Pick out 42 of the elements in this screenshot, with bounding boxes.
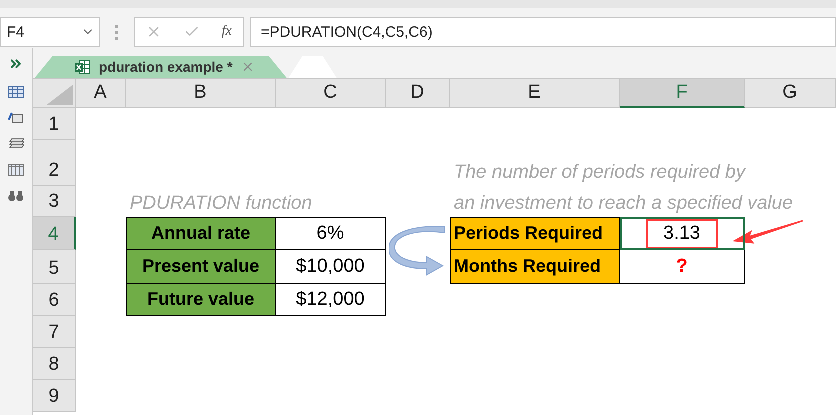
- column-header[interactable]: B: [126, 79, 276, 108]
- value-cell[interactable]: 3.13: [620, 217, 745, 250]
- column-header[interactable]: D: [386, 79, 450, 108]
- columns-icon[interactable]: [8, 164, 24, 176]
- row-header[interactable]: 1: [33, 108, 76, 140]
- row-header[interactable]: 3: [33, 186, 76, 217]
- row-header[interactable]: 9: [33, 380, 76, 412]
- function-icon[interactable]: [8, 112, 24, 124]
- column-header[interactable]: F: [620, 79, 745, 108]
- spreadsheet-icon: [75, 60, 91, 74]
- value-cell: 6%: [276, 217, 386, 250]
- value-cell: $12,000: [276, 284, 386, 316]
- caption-text: an investment to reach a specified value: [454, 193, 794, 215]
- row-header[interactable]: 2: [33, 140, 76, 186]
- sheet-tab[interactable]: pduration example *: [35, 56, 287, 78]
- label-cell: Months Required: [450, 250, 620, 284]
- curved-arrow-icon: [389, 224, 447, 276]
- value-cell[interactable]: ?: [620, 250, 745, 284]
- label-cell: Periods Required: [450, 217, 620, 250]
- label-cell: Present value: [126, 250, 276, 284]
- column-header[interactable]: G: [745, 79, 836, 108]
- formula-bar[interactable]: =PDURATION(C4,C5,C6): [250, 17, 836, 47]
- caption-text: PDURATION function: [130, 193, 312, 215]
- binoculars-icon[interactable]: [8, 190, 24, 202]
- label-cell: Annual rate: [126, 217, 276, 250]
- column-header[interactable]: E: [450, 79, 620, 108]
- label-cell: Future value: [126, 284, 276, 316]
- row-header[interactable]: 4: [33, 217, 76, 250]
- pointer-arrow: [733, 219, 803, 245]
- grip-icon: [115, 24, 119, 40]
- row-header[interactable]: 7: [33, 316, 76, 348]
- value-cell: $10,000: [276, 250, 386, 284]
- insert-function-button[interactable]: fx: [222, 24, 232, 40]
- column-header[interactable]: C: [276, 79, 386, 108]
- name-box[interactable]: F4: [0, 17, 100, 47]
- caption-text: The number of periods required by: [454, 162, 746, 184]
- table-icon[interactable]: [8, 86, 24, 98]
- row-header[interactable]: 6: [33, 284, 76, 316]
- column-header[interactable]: A: [76, 79, 126, 108]
- stack-icon[interactable]: [8, 138, 24, 150]
- row-header[interactable]: 5: [33, 250, 76, 284]
- row-header[interactable]: 8: [33, 348, 76, 380]
